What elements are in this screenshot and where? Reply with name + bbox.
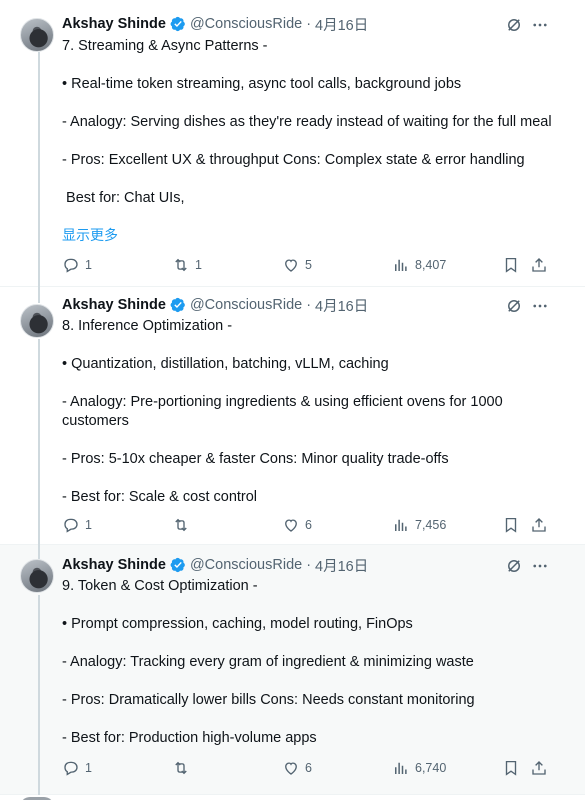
tweet-date[interactable]: 4月16日	[315, 14, 368, 35]
verified-badge-icon	[170, 557, 185, 573]
tweet-line: - Pros: Excellent UX & throughput Cons: …	[62, 152, 525, 168]
repost-icon	[175, 761, 187, 775]
tweet-line: • Prompt compression, caching, model rou…	[62, 616, 413, 632]
thread-line	[38, 52, 40, 288]
bookmark-icon[interactable]	[502, 516, 520, 534]
views-count: 6,740	[415, 761, 447, 775]
repost-button[interactable]	[172, 759, 195, 777]
more-icon[interactable]	[530, 297, 550, 315]
avatar[interactable]	[20, 559, 54, 593]
tweet-line: - Best for: Scale & cost control	[62, 489, 258, 505]
views-count: 8,407	[415, 258, 447, 272]
show-more-link[interactable]: 显示更多	[62, 225, 118, 245]
reply-icon	[64, 518, 78, 533]
thread-line	[38, 287, 40, 303]
repost-icon	[175, 518, 187, 532]
avatar[interactable]	[20, 18, 54, 52]
views-button[interactable]: 6,740	[392, 759, 446, 777]
reply-button[interactable]: 1	[62, 256, 92, 274]
repost-button[interactable]: 1	[172, 256, 202, 274]
tweet-body: 8. Inference Optimization - • Quantizati…	[62, 317, 562, 507]
tweet-line: - Pros: 5-10x cheaper & faster Cons: Min…	[62, 451, 449, 467]
tweet-9[interactable]: Akshay Shinde @ConsciousRide · 4月16日 9. …	[0, 545, 585, 795]
more-icon[interactable]	[530, 557, 550, 575]
grok-icon[interactable]	[505, 297, 523, 315]
like-icon	[285, 259, 297, 272]
like-count: 5	[305, 258, 312, 272]
tweet-line: Best for: Chat UIs,	[62, 190, 185, 206]
reply-icon	[64, 761, 78, 776]
tweet-line: • Quantization, distillation, batching, …	[62, 356, 389, 372]
verified-badge-icon	[170, 297, 185, 313]
thread-line	[38, 339, 40, 545]
tweet-body: 9. Token & Cost Optimization - • Prompt …	[62, 577, 562, 748]
tweet-line: - Analogy: Pre-portioning ingredients & …	[62, 394, 503, 429]
like-button[interactable]: 5	[282, 256, 312, 274]
like-button[interactable]: 6	[282, 759, 312, 777]
tweet-line: - Analogy: Serving dishes as they're rea…	[62, 114, 552, 130]
like-icon	[285, 762, 297, 775]
author-handle[interactable]: @ConsciousRide	[190, 297, 302, 313]
tweet-8[interactable]: Akshay Shinde @ConsciousRide · 4月16日 8. …	[0, 287, 585, 545]
author-handle[interactable]: @ConsciousRide	[190, 16, 302, 32]
tweet-line: 9. Token & Cost Optimization -	[62, 578, 258, 594]
tweet-line: 8. Inference Optimization -	[62, 318, 233, 334]
tweet-body: 7. Streaming & Async Patterns - • Real-t…	[62, 37, 562, 208]
views-button[interactable]: 8,407	[392, 256, 446, 274]
reply-count: 1	[85, 518, 92, 532]
tweet-line: • Real-time token streaming, async tool …	[62, 76, 462, 92]
tweet-line: - Pros: Dramatically lower bills Cons: N…	[62, 692, 475, 708]
tweet-line: - Best for: Production high-volume apps	[62, 730, 317, 746]
views-button[interactable]: 7,456	[392, 516, 446, 534]
share-icon[interactable]	[530, 759, 548, 777]
share-icon[interactable]	[530, 256, 548, 274]
verified-badge-icon	[170, 16, 185, 32]
bookmark-icon[interactable]	[502, 256, 520, 274]
tweet-line: 7. Streaming & Async Patterns -	[62, 38, 268, 54]
views-icon	[395, 762, 407, 774]
separator: ·	[306, 297, 312, 313]
like-button[interactable]: 6	[282, 516, 312, 534]
reply-button[interactable]: 1	[62, 516, 92, 534]
separator: ·	[306, 16, 312, 32]
author-name[interactable]: Akshay Shinde	[62, 16, 166, 32]
action-bar: 1 6 7,456	[62, 514, 552, 536]
reply-count: 1	[85, 761, 92, 775]
tweet-date[interactable]: 4月16日	[315, 295, 368, 316]
avatar[interactable]	[20, 304, 54, 338]
views-count: 7,456	[415, 518, 447, 532]
thread-line	[38, 595, 40, 795]
more-icon[interactable]	[530, 16, 550, 34]
next-tweet-peek	[0, 795, 585, 800]
grok-icon[interactable]	[505, 557, 523, 575]
reply-count: 1	[85, 258, 92, 272]
like-count: 6	[305, 518, 312, 532]
separator: ·	[306, 557, 312, 573]
reply-icon	[64, 258, 78, 273]
thread-line	[38, 545, 40, 559]
views-icon	[395, 259, 407, 271]
author-name[interactable]: Akshay Shinde	[62, 297, 166, 313]
author-name[interactable]: Akshay Shinde	[62, 557, 166, 573]
tweet-date[interactable]: 4月16日	[315, 555, 368, 576]
grok-icon[interactable]	[505, 16, 523, 34]
repost-count: 1	[195, 258, 202, 272]
tweet-7[interactable]: Akshay Shinde @ConsciousRide · 4月16日 7. …	[0, 0, 585, 288]
like-count: 6	[305, 761, 312, 775]
action-bar: 1 6 6,740	[62, 757, 552, 779]
share-icon[interactable]	[530, 516, 548, 534]
repost-icon	[175, 258, 187, 272]
repost-button[interactable]	[172, 516, 195, 534]
tweet-line: - Analogy: Tracking every gram of ingred…	[62, 654, 474, 670]
views-icon	[395, 519, 407, 531]
bookmark-icon[interactable]	[502, 759, 520, 777]
action-bar: 1 1 5 8,407	[62, 254, 552, 276]
like-icon	[285, 519, 297, 532]
reply-button[interactable]: 1	[62, 759, 92, 777]
author-handle[interactable]: @ConsciousRide	[190, 557, 302, 573]
